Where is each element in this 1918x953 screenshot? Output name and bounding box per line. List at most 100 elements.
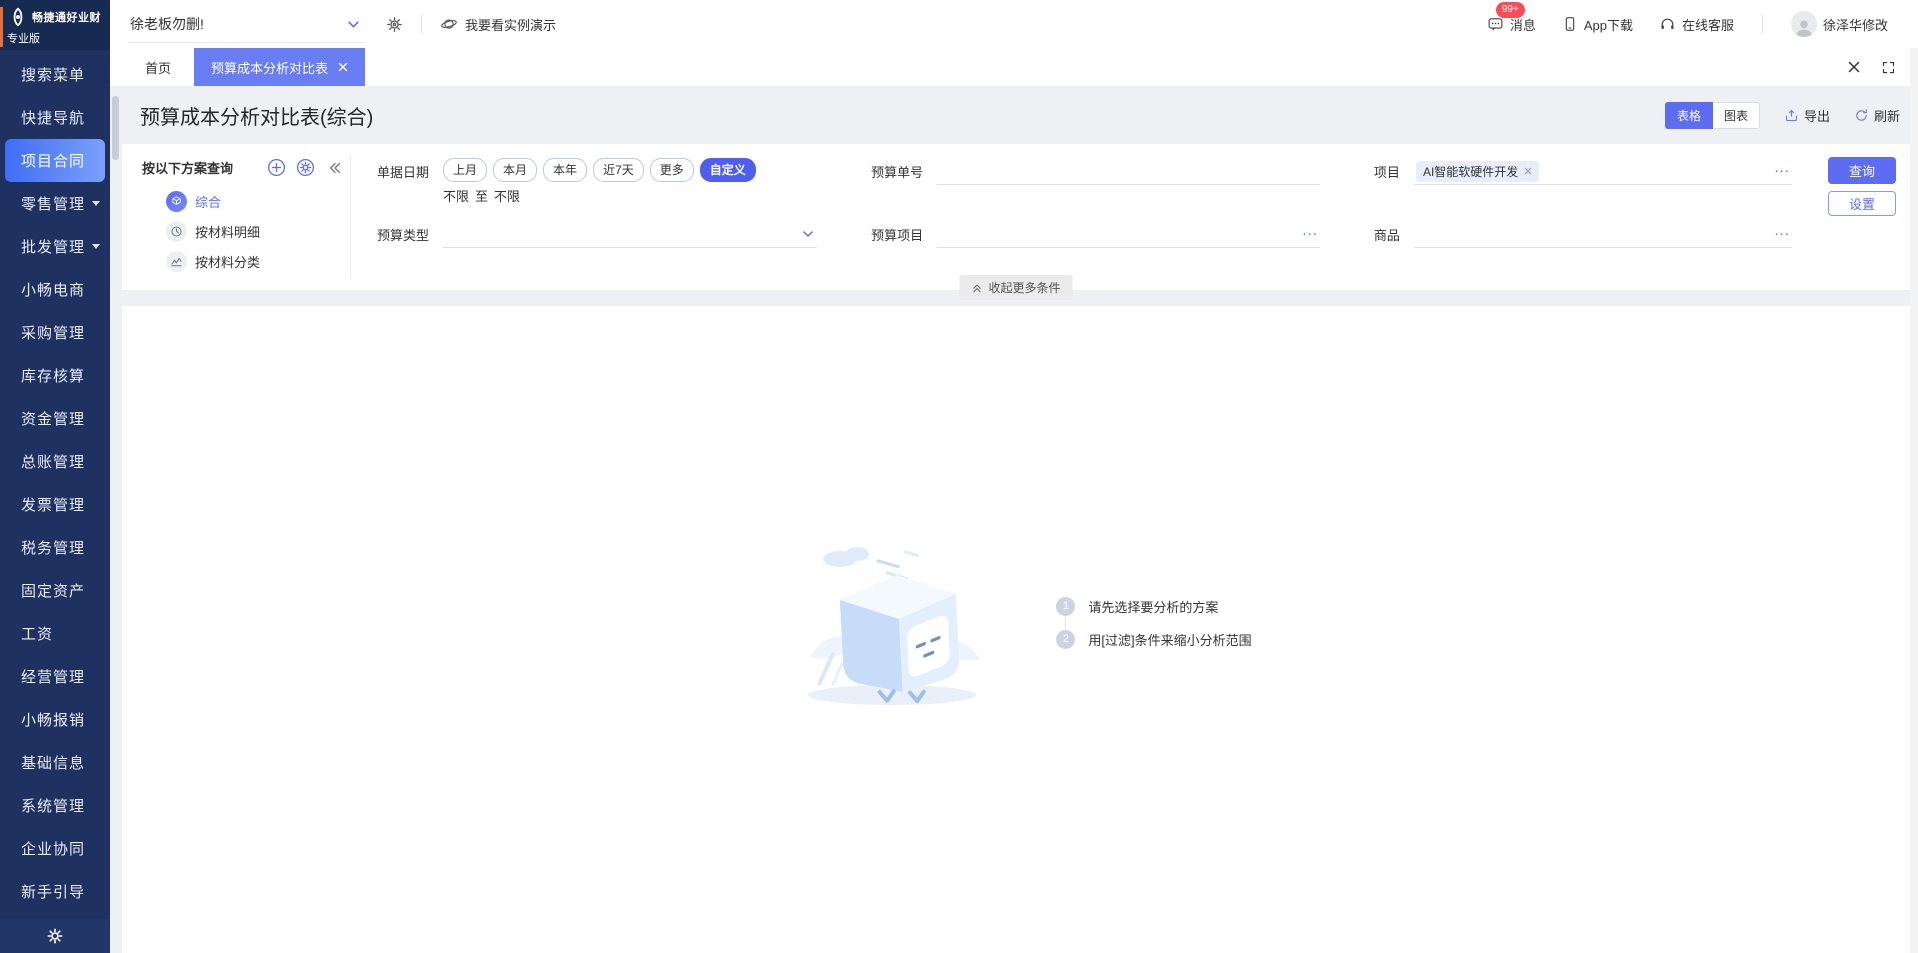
- project-tag-label: AI智能软硬件开发: [1423, 163, 1518, 180]
- sidebar-item-reimbursement[interactable]: 小畅报销: [0, 698, 110, 741]
- sidebar-item-invoice-mgmt[interactable]: 发票管理: [0, 483, 110, 526]
- sidebar-item-label: 发票管理: [21, 494, 85, 515]
- project-input[interactable]: AI智能软硬件开发 ...: [1414, 158, 1792, 185]
- product-input[interactable]: ...: [1414, 221, 1792, 248]
- close-all-tabs-icon[interactable]: [1847, 60, 1861, 74]
- sidebar-item-funds-mgmt[interactable]: 资金管理: [0, 397, 110, 440]
- date-range-separator: 至: [475, 186, 488, 205]
- sidebar-item-system-mgmt[interactable]: 系统管理: [0, 784, 110, 827]
- sidebar-item-enterprise-collab[interactable]: 企业协同: [0, 827, 110, 870]
- date-range-end[interactable]: 不限: [494, 186, 520, 205]
- sidebar-item-label: 搜索菜单: [21, 64, 85, 85]
- demo-link[interactable]: 我要看实例演示: [440, 15, 556, 34]
- sidebar-item-tax-mgmt[interactable]: 税务管理: [0, 526, 110, 569]
- sidebar-item-inventory-accounting[interactable]: 库存核算: [0, 354, 110, 397]
- project-tag: AI智能软硬件开发: [1416, 161, 1539, 182]
- settings-button[interactable]: 设置: [1828, 191, 1896, 216]
- budget-no-label: 预算单号: [871, 158, 923, 205]
- date-option-last-7-days[interactable]: 近7天: [593, 158, 644, 182]
- sidebar-item-label: 零售管理: [21, 193, 85, 214]
- tab-label: 首页: [145, 58, 171, 77]
- scrollbar-thumb[interactable]: [112, 96, 119, 160]
- export-button[interactable]: 导出: [1784, 106, 1830, 125]
- scheme-item-by-material-category[interactable]: 按材料分类: [166, 251, 342, 272]
- sidebar-item-payroll[interactable]: 工资: [0, 612, 110, 655]
- sidebar-item-search-menu[interactable]: 搜索菜单: [0, 53, 110, 96]
- date-option-more[interactable]: 更多: [650, 158, 694, 182]
- export-label: 导出: [1804, 106, 1830, 125]
- account-name: 徐老板勿删!: [130, 14, 204, 34]
- budget-item-input[interactable]: ...: [937, 221, 1320, 248]
- budget-item-picker-ellipsis[interactable]: ...: [1302, 228, 1318, 240]
- cube-icon: [166, 191, 187, 212]
- export-icon: [1784, 108, 1799, 123]
- workspace-gear-icon[interactable]: [386, 16, 403, 33]
- message-bubble-icon: [1487, 16, 1504, 33]
- date-option-this-year[interactable]: 本年: [543, 158, 587, 182]
- search-button[interactable]: 查询: [1828, 157, 1896, 184]
- scheme-item-by-material-detail[interactable]: 按材料明细: [166, 221, 342, 242]
- vertical-scrollbar-track[interactable]: [1910, 48, 1918, 953]
- sidebar-item-label: 批发管理: [21, 236, 85, 257]
- tab-close-icon[interactable]: [338, 62, 348, 72]
- user-avatar: [1791, 11, 1817, 37]
- brand-logo: 畅捷通好业财 专业版: [0, 0, 110, 50]
- tab-budget-cost-analysis[interactable]: 预算成本分析对比表: [194, 48, 365, 86]
- date-range[interactable]: 不限 至 不限: [443, 186, 817, 205]
- scheme-panel: 按以下方案查询: [122, 144, 350, 290]
- empty-state-steps: 1 请先选择要分析的方案 2 用[过滤]条件来缩小分析范围: [1056, 597, 1251, 649]
- account-selector[interactable]: 徐老板勿删!: [128, 5, 366, 43]
- sidebar-item-operations-mgmt[interactable]: 经营管理: [0, 655, 110, 698]
- tab-home[interactable]: 首页: [122, 48, 194, 86]
- app-download-button[interactable]: App下载: [1562, 15, 1633, 34]
- screen-edge-artifact: [0, 7, 3, 47]
- messages-button[interactable]: 99+ 消息: [1487, 15, 1536, 34]
- collapse-more-filters-button[interactable]: 收起更多条件: [959, 275, 1072, 300]
- budget-type-select[interactable]: [443, 221, 817, 248]
- sidebar-item-label: 基础信息: [21, 752, 85, 773]
- scheme-item-comprehensive[interactable]: 综合: [166, 191, 342, 212]
- budget-no-input[interactable]: [937, 158, 1320, 185]
- view-table-button[interactable]: 表格: [1665, 102, 1713, 129]
- view-toggle: 表格 图表: [1665, 102, 1760, 129]
- refresh-button[interactable]: 刷新: [1854, 106, 1900, 125]
- date-option-this-month[interactable]: 本月: [493, 158, 537, 182]
- online-support-label: 在线客服: [1682, 15, 1734, 34]
- fullscreen-icon[interactable]: [1881, 60, 1896, 75]
- online-support-button[interactable]: 在线客服: [1659, 15, 1734, 34]
- messages-badge: 99+: [1496, 2, 1525, 18]
- caret-down-icon: [92, 201, 100, 206]
- settings-gear-icon[interactable]: [47, 928, 63, 944]
- sidebar-item-basic-info[interactable]: 基础信息: [0, 741, 110, 784]
- collapse-scheme-panel-icon[interactable]: [328, 161, 342, 175]
- page-header-tools: 表格 图表 导出 刷新: [1665, 102, 1900, 129]
- sidebar-item-wholesale-mgmt[interactable]: 批发管理: [0, 225, 110, 268]
- sidebar-item-retail-mgmt[interactable]: 零售管理: [0, 182, 110, 225]
- empty-step-2: 2 用[过滤]条件来缩小分析范围: [1056, 630, 1251, 649]
- sidebar-item-fixed-assets[interactable]: 固定资产: [0, 569, 110, 612]
- project-label: 项目: [1374, 158, 1400, 205]
- product-picker-ellipsis[interactable]: ...: [1774, 228, 1790, 240]
- sidebar-item-ecommerce[interactable]: 小畅电商: [0, 268, 110, 311]
- page-title: 预算成本分析对比表(综合): [140, 101, 373, 130]
- sidebar-item-project-contract[interactable]: 项目合同: [5, 139, 105, 182]
- filter-actions: 查询 设置: [1828, 157, 1896, 216]
- project-picker-ellipsis[interactable]: ...: [1774, 165, 1790, 177]
- date-option-custom[interactable]: 自定义: [700, 158, 756, 182]
- sidebar-item-purchase-mgmt[interactable]: 采购管理: [0, 311, 110, 354]
- remove-tag-icon[interactable]: [1524, 167, 1532, 175]
- sidebar-item-general-ledger[interactable]: 总账管理: [0, 440, 110, 483]
- sidebar-item-newbie-guide[interactable]: 新手引导: [0, 870, 110, 913]
- sidebar-item-label: 采购管理: [21, 322, 85, 343]
- filter-field-project: 项目 AI智能软硬件开发 ...: [1374, 158, 1792, 205]
- user-menu[interactable]: 徐泽华修改: [1791, 11, 1888, 37]
- select-chevron-icon[interactable]: [801, 227, 815, 241]
- date-option-last-month[interactable]: 上月: [443, 158, 487, 182]
- scheme-settings-icon[interactable]: [295, 157, 316, 178]
- add-scheme-icon[interactable]: [266, 157, 287, 178]
- filter-field-product: 商品 ...: [1374, 221, 1792, 248]
- sidebar-item-quick-nav[interactable]: 快捷导航: [0, 96, 110, 139]
- view-chart-button[interactable]: 图表: [1713, 102, 1760, 129]
- content-area: 预算成本分析对比表(综合) 表格 图表 导出: [110, 86, 1918, 953]
- date-range-start[interactable]: 不限: [443, 186, 469, 205]
